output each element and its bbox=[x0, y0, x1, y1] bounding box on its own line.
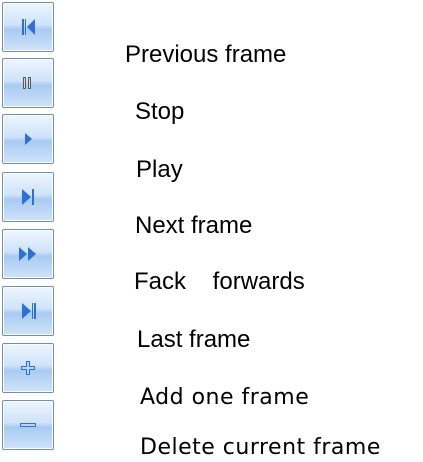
fast-forward-icon bbox=[19, 247, 36, 261]
minus-icon bbox=[20, 423, 36, 427]
next-frame-label: Next frame bbox=[135, 212, 253, 239]
previous-frame-label: Previous frame bbox=[125, 41, 287, 68]
add-frame-label: Add one frame bbox=[140, 385, 310, 410]
step-forward-icon bbox=[22, 189, 34, 205]
fast-forward-label: Fack forwards bbox=[134, 268, 305, 295]
last-frame-button[interactable] bbox=[2, 286, 54, 336]
delete-frame-button[interactable] bbox=[2, 400, 54, 450]
last-frame-label: Last frame bbox=[137, 326, 251, 353]
play-label: Play bbox=[136, 156, 183, 183]
previous-frame-button[interactable] bbox=[2, 2, 54, 52]
fast-forward-button[interactable] bbox=[2, 229, 54, 279]
plus-icon bbox=[21, 361, 35, 375]
stop-label: Stop bbox=[135, 98, 185, 125]
next-frame-button[interactable] bbox=[2, 172, 54, 222]
delete-frame-label: Delete current frame bbox=[140, 435, 381, 460]
play-icon bbox=[25, 133, 32, 145]
play-button[interactable] bbox=[2, 114, 54, 164]
skip-to-end-icon bbox=[22, 303, 36, 319]
stop-button[interactable] bbox=[2, 58, 54, 108]
skip-to-start-icon bbox=[22, 19, 35, 35]
pause-icon bbox=[23, 77, 31, 89]
add-frame-button[interactable] bbox=[2, 343, 54, 393]
